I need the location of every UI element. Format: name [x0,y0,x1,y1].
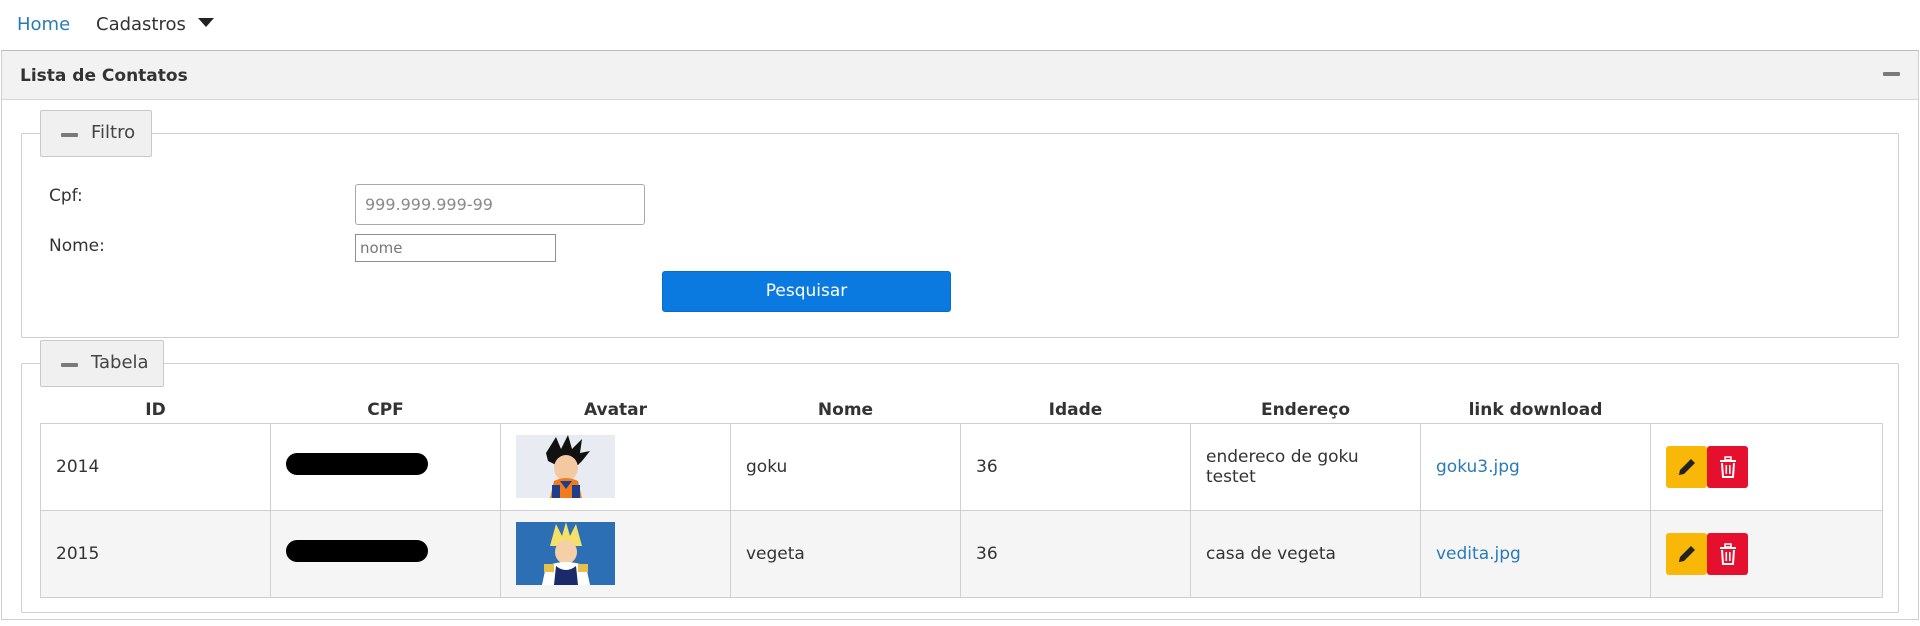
cell-actions [1650,422,1883,511]
cell-nome: goku [730,422,961,511]
avatar-image [516,522,615,585]
header-avatar: Avatar [583,400,648,421]
edit-button[interactable] [1666,445,1707,488]
delete-button[interactable] [1707,445,1748,488]
cell-link: vedita.jpg [1420,509,1651,598]
header-endereco: Endereço [1260,400,1351,421]
header-cpf: CPF [367,400,404,421]
cell-avatar [500,509,731,598]
cell-endereco: endereco de goku testet [1190,422,1421,511]
table-toggle-button[interactable]: Tabela [40,340,164,387]
delete-button[interactable] [1707,532,1748,575]
filter-legend-label: Filtro [91,122,136,143]
table-row: 2015 vegeta 36 casa de vegeta vedita.jpg [40,509,1883,598]
cell-actions [1650,509,1883,598]
table-legend-label: Tabela [91,352,149,373]
table-header-row: ID CPF Avatar Nome Idade Endereço link d… [41,398,1883,423]
cpf-redaction [286,453,428,475]
nav-home-link[interactable]: Home [17,14,70,35]
panel-header: Lista de Contatos [2,51,1918,100]
header-actions [1651,398,1883,423]
avatar-image [516,435,615,498]
cell-link: goku3.jpg [1420,422,1651,511]
pencil-icon [1679,458,1695,475]
minus-icon [61,363,78,367]
row-actions [1666,445,1867,488]
edit-button[interactable] [1666,532,1707,575]
row-actions [1666,532,1867,575]
cell-id: 2015 [40,509,271,598]
download-link[interactable]: vedita.jpg [1436,544,1521,564]
cell-nome: vegeta [730,509,961,598]
top-navbar: Home Cadastros [0,0,1920,50]
cell-id: 2014 [40,422,271,511]
panel-title: Lista de Contatos [20,66,188,86]
contacts-table: ID CPF Avatar Nome Idade Endereço link d… [40,398,1883,598]
header-link-download: link download [1468,400,1603,421]
header-id: ID [145,400,166,421]
filter-toggle-button[interactable]: Filtro [40,110,152,157]
nav-cadastros-dropdown[interactable]: Cadastros [96,14,214,35]
cpf-redaction [286,540,428,562]
trash-icon [1720,455,1736,478]
table-row: 2014 goku 36 endereco de goku testet gok… [40,422,1883,511]
download-link[interactable]: goku3.jpg [1436,457,1520,477]
header-idade: Idade [1048,400,1103,421]
cell-endereco: casa de vegeta [1190,509,1421,598]
cell-avatar [500,422,731,511]
cpf-label: Cpf: [49,186,83,206]
search-button[interactable]: Pesquisar [662,271,951,312]
panel-collapse-button[interactable] [1882,67,1902,81]
nome-input[interactable] [355,234,556,262]
cpf-input[interactable] [355,184,645,225]
header-nome: Nome [817,400,874,421]
caret-down-icon [197,18,214,27]
pencil-icon [1679,545,1695,562]
minus-icon [1883,72,1900,76]
trash-icon [1720,542,1736,565]
nome-label: Nome: [49,236,105,256]
cell-cpf [270,422,501,511]
nav-cadastros-label: Cadastros [96,14,186,35]
cell-cpf [270,509,501,598]
cell-idade: 36 [960,509,1191,598]
filter-fieldset [21,133,1899,338]
minus-icon [61,133,78,137]
cell-idade: 36 [960,422,1191,511]
